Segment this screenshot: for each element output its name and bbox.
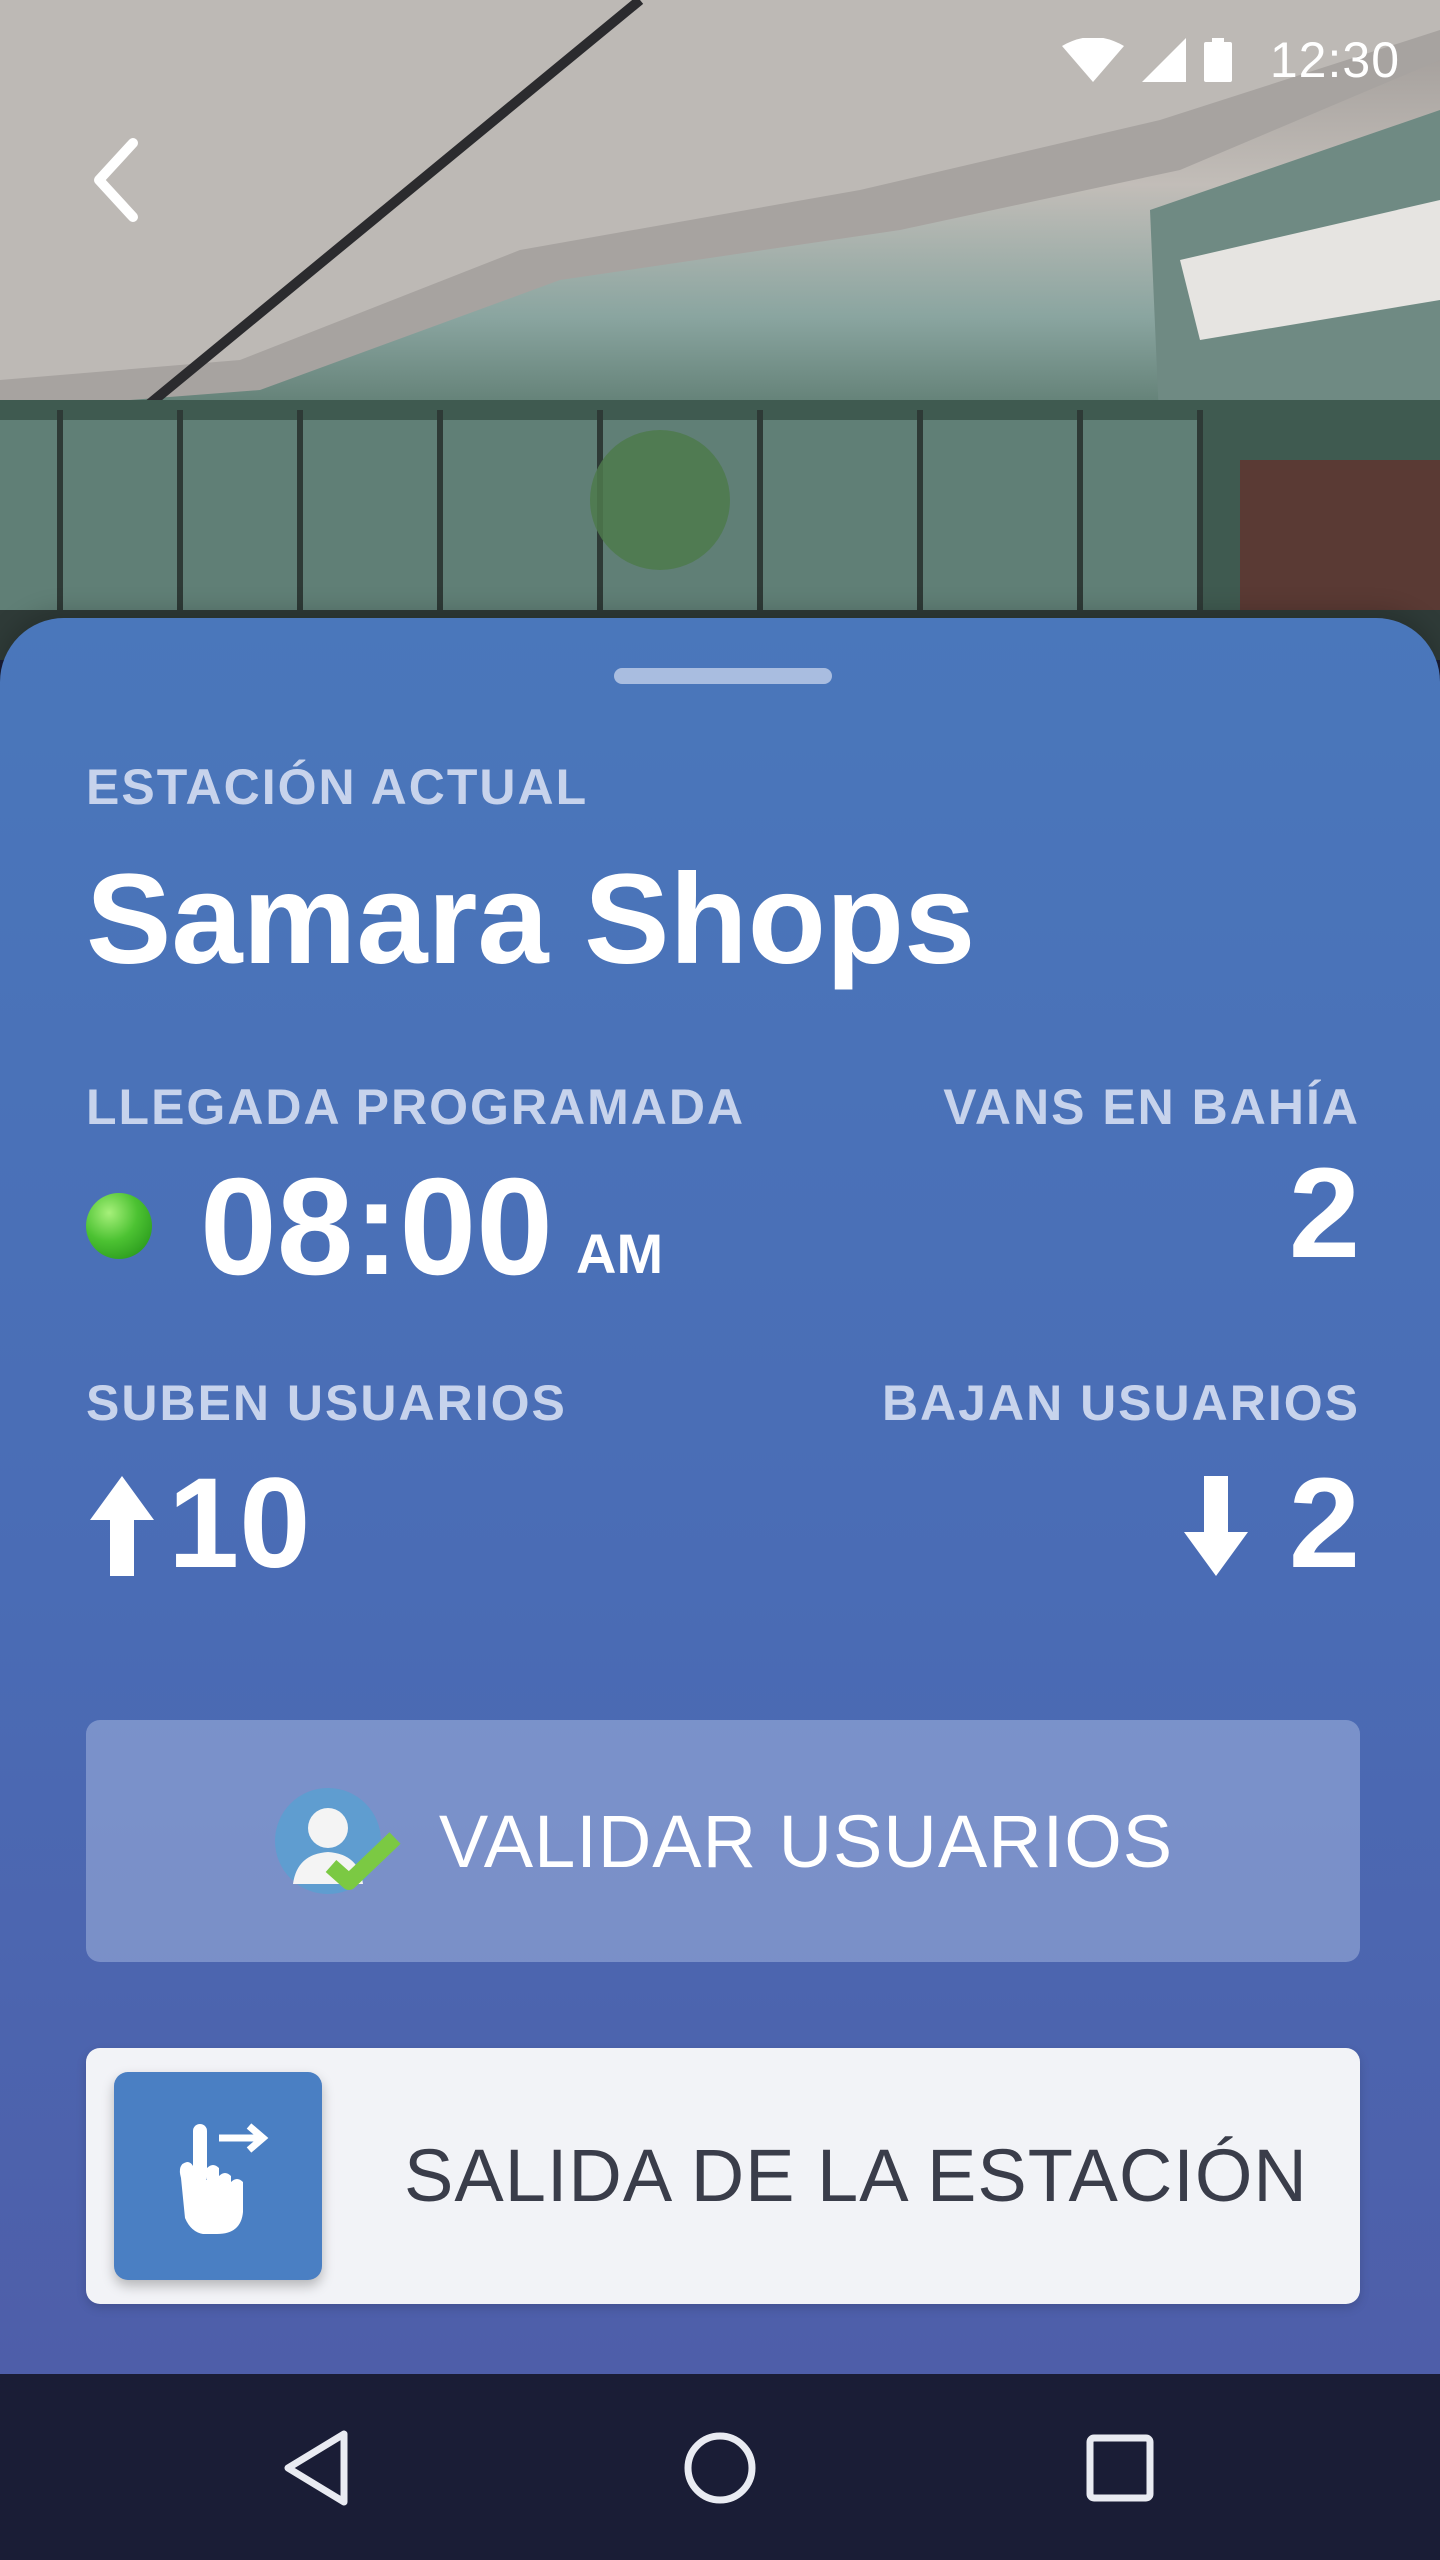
arrival-status-dot <box>86 1193 152 1259</box>
vans-count: 2 <box>1288 1142 1360 1285</box>
exit-station-label: SALIDA DE LA ESTACIÓN <box>404 2134 1308 2217</box>
boarding-users-label: SUBEN USUARIOS <box>86 1375 567 1431</box>
wifi-icon <box>1061 38 1124 82</box>
arrow-down-icon <box>1184 1476 1248 1576</box>
nav-back-icon[interactable] <box>278 2426 362 2510</box>
current-station-label: ESTACIÓN ACTUAL <box>86 759 589 815</box>
vans-in-bay-label: VANS EN BAHÍA <box>943 1079 1360 1135</box>
exit-icon-box <box>114 2072 322 2280</box>
battery-icon <box>1203 38 1232 82</box>
chevron-left-icon <box>94 138 138 222</box>
nav-recents-icon[interactable] <box>1078 2426 1162 2510</box>
sheet-drag-handle[interactable] <box>614 668 832 684</box>
validate-users-button[interactable]: VALIDAR USUARIOS <box>86 1720 1360 1962</box>
arrival-ampm: AM <box>576 1222 664 1285</box>
status-bar: 12:30 <box>0 0 1440 120</box>
user-check-icon <box>274 1788 401 1894</box>
hand-swipe-icon <box>179 2123 269 2234</box>
clock: 12:30 <box>1269 32 1400 88</box>
alighting-users-label: BAJAN USUARIOS <box>881 1375 1360 1431</box>
station-sheet: ESTACIÓN ACTUAL Samara Shops LLEGADA PRO… <box>0 618 1440 2374</box>
scheduled-arrival-label: LLEGADA PROGRAMADA <box>86 1079 746 1135</box>
exit-station-button[interactable]: SALIDA DE LA ESTACIÓN <box>86 2048 1360 2304</box>
system-nav-bar <box>0 2374 1440 2560</box>
station-name: Samara Shops <box>86 848 976 991</box>
validate-users-label: VALIDAR USUARIOS <box>438 1799 1174 1883</box>
boarding-count: 10 <box>168 1452 311 1595</box>
alighting-count: 2 <box>1288 1452 1360 1595</box>
back-button[interactable] <box>72 130 162 230</box>
cell-signal-icon <box>1141 38 1186 82</box>
station-photo: 12:30 <box>0 0 1440 660</box>
arrival-time: 08:00 <box>200 1150 553 1304</box>
nav-home-icon[interactable] <box>678 2426 762 2510</box>
arrow-up-icon <box>90 1476 154 1576</box>
